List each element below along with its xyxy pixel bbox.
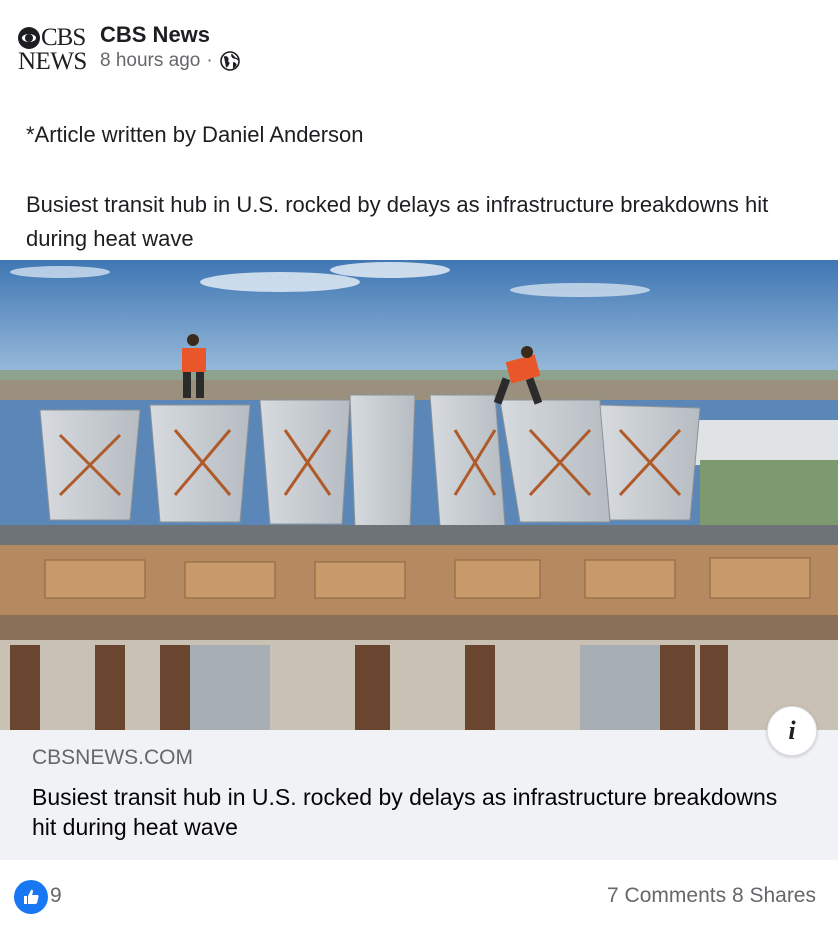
post-body: *Article written by Daniel Anderson Busi… xyxy=(26,118,826,256)
globe-icon[interactable] xyxy=(219,50,241,72)
engagement-stats: 7 Comments 8 Shares xyxy=(607,884,816,908)
timestamp-link[interactable]: 8 hours ago xyxy=(100,50,200,72)
info-button[interactable]: i xyxy=(767,706,817,756)
link-domain: CBSNEWS.COM xyxy=(32,746,194,769)
reactions-bar: 9 7 Comments 8 Shares xyxy=(0,860,838,930)
info-icon: i xyxy=(788,716,796,745)
logo-line2: NEWS xyxy=(18,48,87,75)
post-header: CBS NEWS CBS News 8 hours ago · xyxy=(0,0,838,100)
cbs-news-logo[interactable]: CBS NEWS xyxy=(18,24,88,76)
cbs-eye-icon xyxy=(18,27,40,49)
author-line: *Article written by Daniel Anderson xyxy=(26,122,364,147)
meta-separator: · xyxy=(206,50,213,71)
link-preview-box[interactable]: CBSNEWS.COM Busiest transit hub in U.S. … xyxy=(0,730,838,860)
shares-link[interactable]: 8 Shares xyxy=(732,884,816,907)
thumbs-up-icon[interactable] xyxy=(14,880,48,914)
post-headline: Busiest transit hub in U.S. rocked by de… xyxy=(26,192,769,251)
like-count[interactable]: 9 xyxy=(50,884,62,908)
logo-line1: CBS xyxy=(41,24,86,51)
post-meta: 8 hours ago · xyxy=(100,50,241,72)
comments-link[interactable]: 7 Comments xyxy=(607,884,726,907)
bridge-construction-photo[interactable] xyxy=(0,260,838,730)
page-name-link[interactable]: CBS News xyxy=(100,22,210,48)
link-title: Busiest transit hub in U.S. rocked by de… xyxy=(32,784,778,840)
